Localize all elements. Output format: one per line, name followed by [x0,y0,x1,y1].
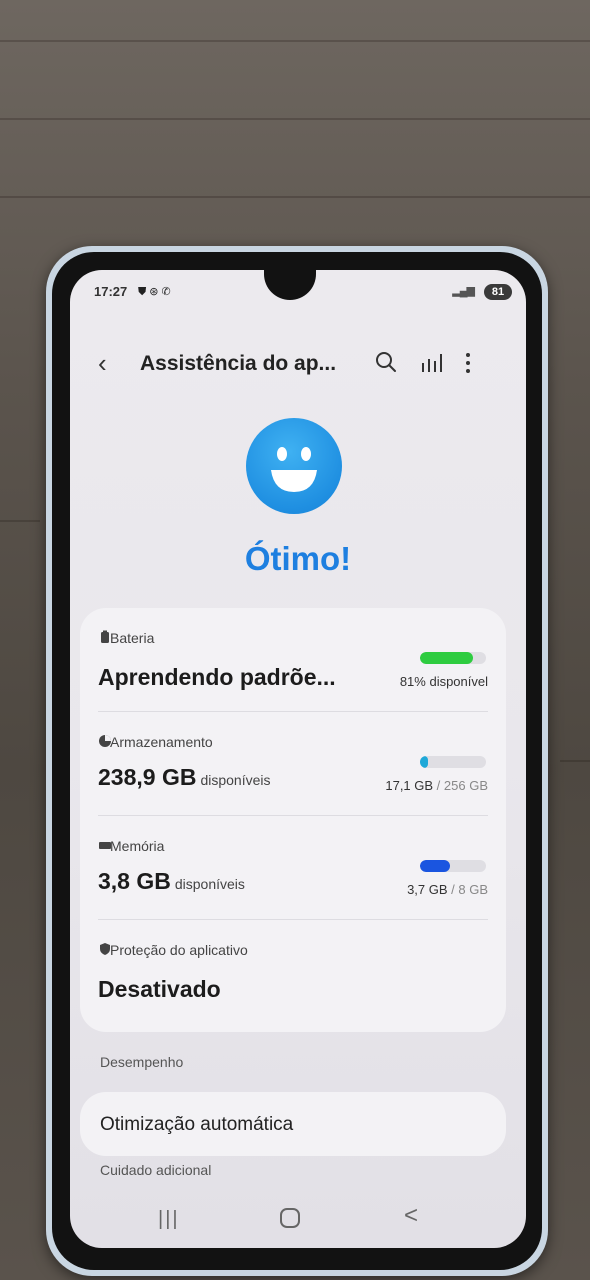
app-protection-label: Proteção do aplicativo [110,942,248,958]
sync-icon: ⊛ [149,286,162,298]
navigation-bar: ||| < [70,1200,526,1240]
phone-screen: 17:27 ⛊⊛✆ ▂▄▆ 81 ‹ Assistência do ap... [70,270,526,1248]
storage-used: 17,1 GB [385,778,434,793]
memory-value: 3,8 GB disponíveis [98,868,245,895]
memory-total: 8 GB [458,882,488,897]
battery-row[interactable]: Bateria Aprendendo padrõe... 81% disponí… [80,608,506,712]
storage-label: Armazenamento [110,734,213,750]
nav-back-button[interactable]: < [404,1202,418,1230]
recent-apps-button[interactable]: ||| [158,1208,180,1231]
memory-used: 3,7 GB [407,882,448,897]
device-care-status: Ótimo! [244,540,352,577]
home-button[interactable] [280,1208,300,1228]
storage-usage: 17,1 GB / 256 GB [385,778,488,793]
battery-level-fill [420,652,474,664]
auto-optimization-item[interactable]: Otimização automática [100,1114,293,1136]
memory-suffix: disponíveis [174,876,245,892]
battery-level-bar [420,652,486,664]
memory-usage: 3,7 GB / 8 GB [407,882,488,897]
shield-icon: ⛊ [138,286,150,298]
app-bar: ‹ Assistência do ap... [70,348,526,380]
memory-level-bar [420,860,486,872]
battery-badge: 81 [484,284,512,300]
status-icons: ⛊⊛✆ [138,285,174,299]
phone-bezel: 17:27 ⛊⊛✆ ▂▄▆ 81 ‹ Assistência do ap... [52,252,542,1270]
extra-care-header: Cuidado adicional [100,1162,212,1178]
memory-row[interactable]: Memória 3,8 GB disponíveis 3,7 GB / 8 GB [80,816,506,920]
signal-icon: ▂▄▆ [452,285,475,297]
performance-card: Otimização automática [80,1092,506,1156]
status-bar: 17:27 ⛊⊛✆ ▂▄▆ 81 [70,284,526,304]
storage-available: 238,9 GB [98,764,197,790]
stats-icon[interactable] [418,350,444,376]
page-title: Assistência do ap... [140,352,337,375]
memory-label: Memória [110,838,165,854]
battery-available: 81% disponível [399,674,488,689]
device-care-card: Bateria Aprendendo padrõe... 81% disponí… [80,608,506,1032]
storage-level-fill [420,756,428,768]
phone-device: 17:27 ⛊⊛✆ ▂▄▆ 81 ‹ Assistência do ap... [46,246,548,1276]
phone-icon: ✆ [161,286,174,298]
battery-value: Aprendendo padrõe... [98,664,336,690]
memory-separator: / [447,882,459,897]
battery-label: Bateria [110,630,155,646]
search-icon[interactable] [372,348,400,376]
memory-level-fill [420,860,451,872]
performance-header: Desempenho [100,1054,184,1070]
app-protection-value: Desativado [98,976,221,1002]
status-time: 17:27 [94,284,128,299]
storage-separator: / [433,778,444,793]
storage-value: 238,9 GB disponíveis [98,764,271,791]
storage-row[interactable]: Armazenamento 238,9 GB disponíveis 17,1 G… [80,712,506,816]
storage-level-bar [420,756,486,768]
more-icon[interactable] [458,350,478,376]
app-protection-row[interactable]: Proteção do aplicativo Desativado [80,920,506,1024]
smiley-face-icon [246,418,342,514]
storage-suffix: disponíveis [200,772,271,788]
storage-total: 256 GB [443,778,488,793]
memory-available: 3,8 GB [98,868,171,894]
back-icon[interactable]: ‹ [98,350,107,376]
